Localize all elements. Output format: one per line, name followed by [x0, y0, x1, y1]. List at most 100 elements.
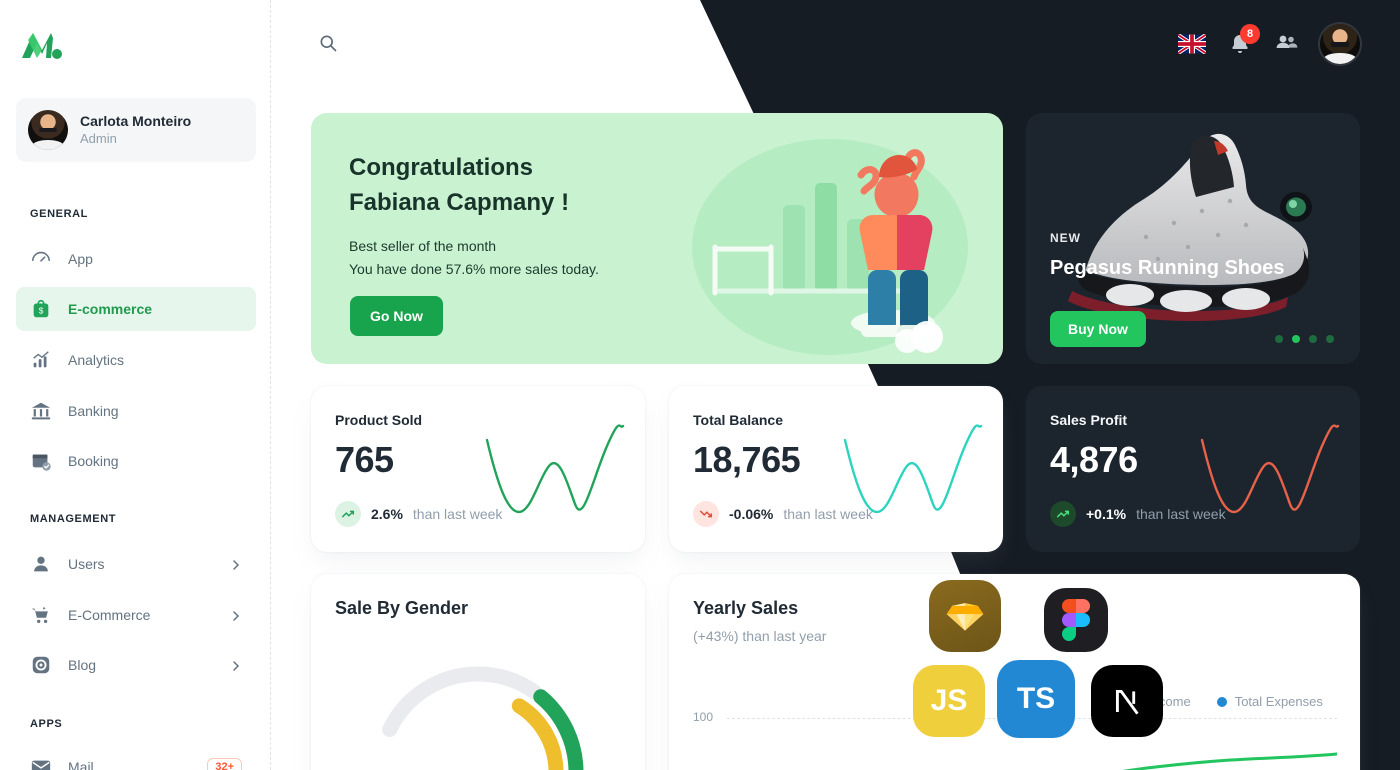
sidebar-item-label: Mail	[68, 759, 94, 770]
card-title: Yearly Sales	[693, 598, 799, 618]
carousel-dot[interactable]	[1275, 335, 1283, 343]
legend-color-swatch	[1216, 696, 1227, 707]
stat-footer: 2.6% than last week	[335, 501, 502, 527]
chevron-right-icon	[230, 609, 242, 621]
blog-icon	[30, 654, 52, 676]
sidebar-item-blog[interactable]: Blog	[16, 643, 256, 687]
stat-card-product-sold: Product Sold 765 2.6% than last week	[311, 386, 645, 552]
sidebar-item-label: Analytics	[68, 352, 125, 368]
typescript-icon[interactable]: TS	[997, 660, 1075, 738]
tech-tile-label: JS	[930, 684, 968, 717]
trend-down-icon	[693, 501, 719, 527]
sidebar-item-label: App	[68, 251, 93, 267]
legend-item-total-expenses[interactable]: Total Expenses	[1216, 694, 1323, 709]
stat-percent: 2.6%	[371, 506, 403, 522]
sparkline-product-sold	[485, 424, 625, 514]
sidebar-item-label: Users	[68, 556, 105, 572]
user-avatar[interactable]	[1320, 24, 1360, 64]
go-now-button[interactable]: Go Now	[350, 296, 443, 336]
dashboard-icon	[30, 248, 52, 270]
gender-donut-chart	[372, 666, 584, 770]
stat-title: Total Balance	[693, 412, 783, 428]
sale-by-gender-card: Sale By Gender	[311, 574, 645, 770]
carousel-dot-active[interactable]	[1292, 335, 1300, 343]
nav-section-management: MANAGEMENT	[30, 513, 117, 525]
bank-icon	[30, 400, 52, 422]
chevron-right-icon	[230, 659, 242, 671]
stat-title: Sales Profit	[1050, 412, 1128, 428]
carousel-dot[interactable]	[1326, 335, 1334, 343]
congrats-sub-line2: You have done 57.6% more sales today.	[349, 260, 599, 277]
stat-title: Product Sold	[335, 412, 423, 428]
contacts-icon[interactable]	[1274, 30, 1298, 59]
congrats-subtitle: Best seller of the month You have done 5…	[349, 235, 599, 280]
carousel-dot[interactable]	[1309, 335, 1317, 343]
buy-now-button[interactable]: Buy Now	[1050, 311, 1146, 347]
javascript-icon[interactable]: JS	[913, 665, 985, 737]
stat-value: 18,765	[693, 439, 801, 480]
sidebar-item-app[interactable]: App	[16, 237, 256, 281]
congratulations-banner: Congratulations Fabiana Capmany ! Best se…	[311, 113, 1003, 364]
sidebar-item-label: Booking	[68, 453, 119, 469]
stat-value: 765	[335, 439, 394, 480]
y-axis-tick-100: 100	[693, 710, 714, 724]
product-promo-card: NEW Pegasus Running Shoes Buy Now	[1026, 113, 1360, 364]
carousel-dots[interactable]	[1275, 335, 1334, 343]
sidebar-item-label: Banking	[68, 403, 119, 419]
legend-label: Total Expenses	[1234, 694, 1323, 709]
sidebar-item-e-commerce[interactable]: $ E-commerce	[16, 287, 256, 331]
sidebar-item-label: Blog	[68, 657, 97, 673]
sidebar-item-analytics[interactable]: Analytics	[16, 338, 256, 382]
nav-section-apps: APPS	[30, 718, 63, 730]
minimal-logo[interactable]	[20, 28, 64, 62]
calendar-check-icon	[30, 450, 52, 472]
trend-up-icon	[1050, 501, 1076, 527]
product-title: Pegasus Running Shoes	[1050, 257, 1285, 279]
top-header: 8	[271, 0, 1400, 88]
sidebar-item-mail[interactable]: Mail 32+	[16, 745, 256, 770]
running-shoe-image	[1068, 133, 1312, 321]
sketch-icon[interactable]	[929, 580, 1001, 652]
sidebar-item-label: E-commerce	[68, 301, 153, 317]
search-icon[interactable]	[318, 33, 338, 58]
cart-icon	[30, 604, 52, 626]
page-title: Congratulations Fabiana Capmany !	[349, 154, 570, 216]
sidebar-item-users[interactable]: Users	[16, 542, 256, 586]
sparkline-sales-profit	[1200, 424, 1340, 514]
card-title: Sale By Gender	[335, 598, 469, 618]
uk-flag-icon[interactable]	[1178, 34, 1206, 54]
trend-up-icon	[335, 501, 361, 527]
header-actions: 8	[1178, 24, 1360, 64]
figma-icon[interactable]	[1044, 588, 1108, 652]
main-content: Congratulations Fabiana Capmany ! Best se…	[271, 0, 1400, 770]
stat-card-sales-profit: Sales Profit 4,876 +0.1% than last week	[1026, 386, 1360, 552]
profile-name: Carlota Monteiro	[80, 113, 192, 130]
analytics-bars-icon	[30, 349, 52, 371]
svg-text:$: $	[39, 307, 44, 316]
shopping-bag-icon: $	[30, 298, 52, 320]
stat-percent: +0.1%	[1086, 506, 1127, 522]
chevron-right-icon	[230, 558, 242, 570]
avatar	[28, 110, 68, 150]
notification-count-badge: 8	[1240, 24, 1260, 44]
mail-icon	[30, 756, 52, 770]
card-subtitle: (+43%) than last year	[693, 628, 827, 644]
sidebar-item-banking[interactable]: Banking	[16, 389, 256, 433]
tech-tile-label: TS	[1016, 682, 1056, 715]
sparkline-total-balance	[843, 424, 983, 514]
sidebar-item-booking[interactable]: Booking	[16, 439, 256, 483]
sidebar-item-label: E-Commerce	[68, 607, 151, 623]
product-tag: NEW	[1050, 231, 1081, 245]
sidebar-profile-card[interactable]: Carlota Monteiro Admin	[16, 98, 256, 162]
status-badge: 32+	[207, 758, 242, 770]
stat-percent: -0.06%	[729, 506, 774, 522]
user-icon	[30, 553, 52, 575]
bell-icon[interactable]: 8	[1228, 24, 1260, 56]
stat-card-total-balance: Total Balance 18,765 -0.06% than last we…	[669, 386, 1003, 552]
sidebar: Carlota Monteiro Admin GENERAL App $ E-c…	[0, 0, 271, 770]
nextjs-icon[interactable]	[1091, 665, 1163, 737]
congrats-sub-line1: Best seller of the month	[349, 238, 497, 254]
stat-value: 4,876	[1050, 439, 1138, 480]
sidebar-item-management-ecommerce[interactable]: E-Commerce	[16, 593, 256, 637]
nav-section-general: GENERAL	[30, 208, 88, 220]
